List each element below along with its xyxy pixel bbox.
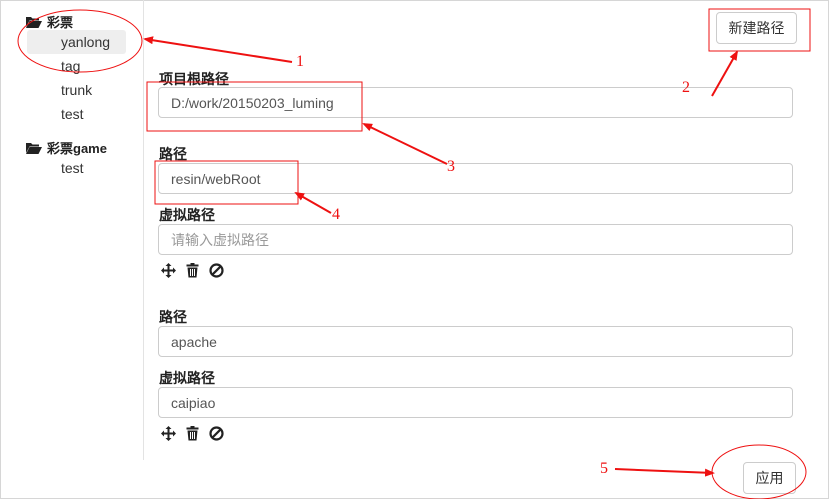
tree-group-caipiao[interactable]: 彩票 xyxy=(26,12,73,31)
tree-item-label: yanlong xyxy=(61,34,111,50)
annotation-number-1: 1 xyxy=(296,53,304,70)
path-label: 路径 xyxy=(159,309,187,325)
virtual-path-input[interactable] xyxy=(158,224,793,255)
move-icon[interactable] xyxy=(161,263,176,278)
virtual-path-label: 虚拟路径 xyxy=(159,370,215,386)
folder-open-icon xyxy=(26,142,42,154)
new-path-button[interactable]: 新建路径 xyxy=(716,12,797,44)
tree-group-caipiao-game[interactable]: 彩票game xyxy=(26,138,107,157)
path-label: 路径 xyxy=(159,146,187,162)
path-input[interactable] xyxy=(158,326,793,357)
tree-item-test-game[interactable]: test xyxy=(61,160,84,176)
annotation-number-4: 4 xyxy=(332,206,340,223)
path-input[interactable] xyxy=(158,163,793,194)
virtual-path-input[interactable] xyxy=(158,387,793,418)
tree-item-tag[interactable]: tag xyxy=(61,58,80,74)
trash-icon[interactable] xyxy=(185,263,200,278)
tree-item-trunk[interactable]: trunk xyxy=(61,82,92,98)
trash-icon[interactable] xyxy=(185,426,200,441)
project-root-input[interactable] xyxy=(158,87,793,118)
sidebar-tree: 彩票 yanlong tag trunk test 彩票game test xyxy=(0,0,144,460)
annotation-number-5: 5 xyxy=(600,460,608,477)
move-icon[interactable] xyxy=(161,426,176,441)
ban-icon[interactable] xyxy=(209,426,224,441)
mapping-actions xyxy=(161,426,224,441)
tree-group-label: 彩票 xyxy=(47,15,74,30)
mapping-actions xyxy=(161,263,224,278)
ban-icon[interactable] xyxy=(209,263,224,278)
project-root-label: 项目根路径 xyxy=(159,71,229,87)
annotation-number-3: 3 xyxy=(447,158,455,175)
tree-item-yanlong[interactable]: yanlong xyxy=(27,30,126,54)
virtual-path-label: 虚拟路径 xyxy=(159,207,215,223)
folder-open-icon xyxy=(26,16,42,28)
tree-group-label: 彩票game xyxy=(47,141,107,156)
apply-button[interactable]: 应用 xyxy=(743,462,796,494)
tree-item-test[interactable]: test xyxy=(61,106,84,122)
annotation-number-2: 2 xyxy=(682,79,690,96)
